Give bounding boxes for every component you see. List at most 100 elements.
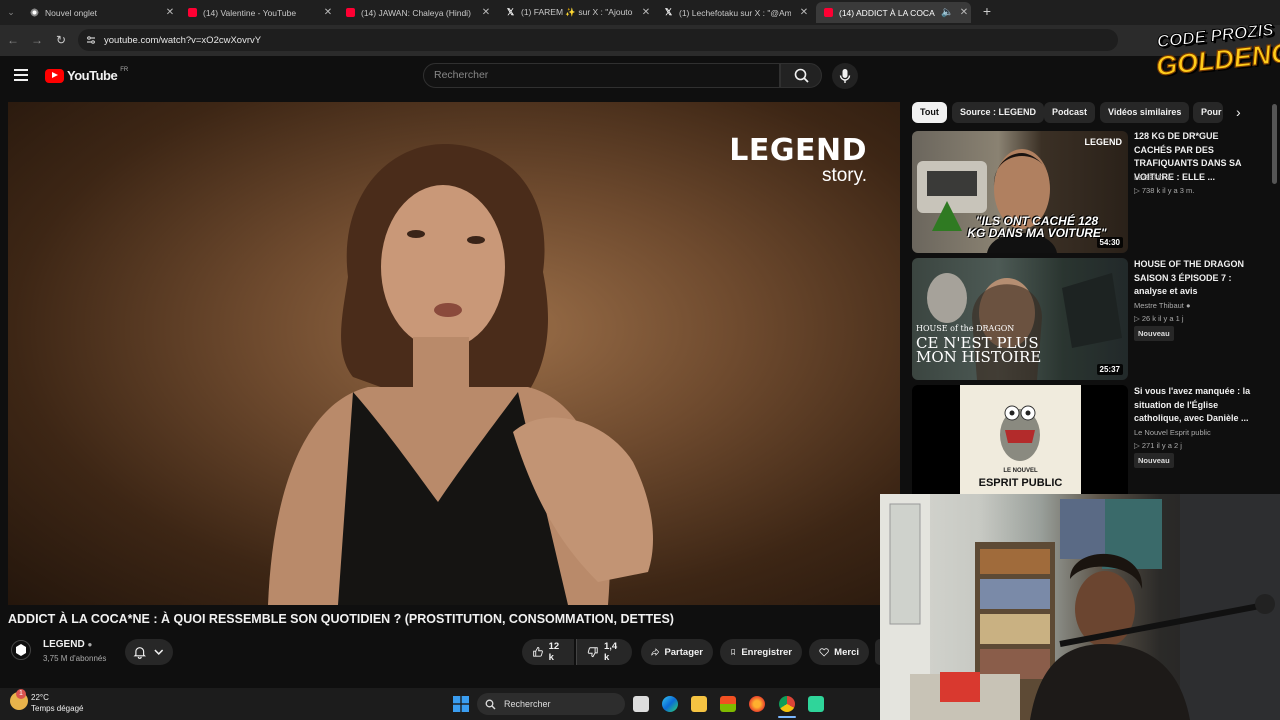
chip-all[interactable]: Tout xyxy=(912,102,947,123)
close-icon[interactable]: ✕ xyxy=(797,7,811,18)
recommendation-title[interactable]: HOUSE OF THE DRAGON SAISON 3 ÉPISODE 7 :… xyxy=(1134,258,1254,299)
new-badge-text: Nouveau xyxy=(1134,453,1174,468)
chrome-icon xyxy=(30,8,39,17)
site-info-icon[interactable] xyxy=(86,35,96,45)
weather-alert-badge: 1 xyxy=(16,689,26,699)
thumbs-up-icon xyxy=(533,646,543,657)
chrome-icon[interactable] xyxy=(779,696,795,712)
chip-podcast[interactable]: Podcast xyxy=(1044,102,1096,123)
thanks-button[interactable]: Merci xyxy=(809,639,869,665)
youtube-logo[interactable]: YouTube FR xyxy=(45,67,128,83)
tab-label: (14) JAWAN: Chaleya (Hindi) | S xyxy=(361,7,473,18)
close-icon[interactable]: ✕ xyxy=(639,7,653,18)
bookmark-icon xyxy=(731,649,736,656)
chevron-down-icon xyxy=(153,649,163,655)
tab-new[interactable]: Nouvel onglet ✕ xyxy=(22,2,177,23)
recommendation-channel[interactable]: Le Nouvel Esprit public xyxy=(1134,426,1264,439)
tab-label: (14) ADDICT À LA COCA*NE : À xyxy=(839,7,935,18)
webcam-scene xyxy=(880,494,1280,720)
address-bar[interactable]: youtube.com/watch?v=xO2cwXovrvY xyxy=(78,29,1118,51)
save-button[interactable]: Enregistrer xyxy=(720,639,802,665)
bell-icon xyxy=(133,647,146,659)
like-button[interactable]: 12 k xyxy=(522,639,574,665)
tab-jawan[interactable]: (14) JAWAN: Chaleya (Hindi) | S ✕ xyxy=(338,2,493,23)
chip-similar-videos[interactable]: Vidéos similaires xyxy=(1100,102,1190,123)
menu-icon[interactable] xyxy=(14,69,28,81)
windows-taskbar: 1 22°C Temps dégagé Rechercher xyxy=(0,688,880,720)
search-input[interactable]: Rechercher xyxy=(423,63,780,88)
recommendation-title[interactable]: Si vous l'avez manquée : la situation de… xyxy=(1134,385,1254,426)
youtube-play-icon xyxy=(45,68,64,83)
recommendation-channel[interactable]: Mestre Thibaut ● xyxy=(1134,299,1264,312)
file-explorer-icon[interactable] xyxy=(691,696,707,712)
x-icon: 𝕏 xyxy=(664,7,673,17)
back-arrow-icon[interactable]: ← xyxy=(6,33,20,47)
tab-lechefotaku[interactable]: 𝕏 (1) Lechefotaku sur X : "@Aman ✕ xyxy=(656,2,811,23)
chevron-right-icon[interactable]: › xyxy=(1236,104,1241,120)
voice-search-button[interactable] xyxy=(832,63,858,89)
thanks-heart-dollar-icon xyxy=(819,648,829,657)
chip-source-legend[interactable]: Source : LEGEND xyxy=(952,102,1045,123)
recommendation-thumbnail[interactable]: LE NOUVEL ESPRIT PUBLIC xyxy=(912,385,1128,495)
tab-addict-active[interactable]: (14) ADDICT À LA COCA*NE : À 🔈 ✕ xyxy=(816,2,971,23)
channel-name[interactable]: LEGEND ● xyxy=(43,639,92,650)
microsoft-store-icon[interactable] xyxy=(720,696,736,712)
brand-line-1: LEGEND xyxy=(729,133,867,168)
microphone-icon xyxy=(839,69,851,83)
thumbnail-caption: CE N'EST PLUS MON HISTOIRE xyxy=(916,334,1042,366)
youtube-icon xyxy=(346,8,355,17)
video-player[interactable]: LEGEND story. xyxy=(8,102,900,605)
firefox-icon[interactable] xyxy=(749,696,765,712)
owl-icon xyxy=(1000,405,1040,461)
close-icon[interactable]: ✕ xyxy=(163,7,177,18)
recommendation-thumbnail[interactable]: HOUSE of the DRAGON CE N'EST PLUS MON HI… xyxy=(912,258,1128,380)
search-button[interactable] xyxy=(780,63,822,88)
speaker-icon[interactable]: 🔈 xyxy=(941,7,953,18)
share-button[interactable]: Partager xyxy=(641,639,713,665)
recommendation-stats: ▷ 271 il y a 2 j xyxy=(1134,441,1182,450)
browser-toolbar: ← → ↻ youtube.com/watch?v=xO2cwXovrvY xyxy=(0,25,1280,56)
thumbnail-brand: LE NOUVEL xyxy=(1003,468,1038,474)
task-view-icon[interactable] xyxy=(633,696,649,712)
channel-text: LEGEND xyxy=(1134,173,1165,182)
forward-arrow-icon[interactable]: → xyxy=(30,33,44,47)
verified-icon: ● xyxy=(87,640,93,649)
notifications-button[interactable] xyxy=(125,639,173,665)
close-icon[interactable]: ✕ xyxy=(479,7,493,18)
active-app-indicator xyxy=(778,716,796,718)
temperature-text: 22°C xyxy=(31,693,49,702)
channel-name-text: LEGEND xyxy=(43,639,85,650)
thanks-label: Merci xyxy=(834,646,859,658)
tab-farem[interactable]: 𝕏 (1) FAREM ✨ sur X : "Ajoutons ✕ xyxy=(498,2,653,23)
recommendation-thumbnail[interactable]: "ILS ONT CACHÉ 128 KG DANS MA VOITURE" L… xyxy=(912,131,1128,253)
chip-for-you[interactable]: Pour xyxy=(1193,102,1223,123)
tab-search-icon[interactable]: ⌄ xyxy=(4,5,18,19)
dislike-button[interactable]: 1,4 k xyxy=(576,639,632,665)
url-text: youtube.com/watch?v=xO2cwXovrvY xyxy=(104,34,262,46)
close-icon[interactable]: ✕ xyxy=(321,7,335,18)
dislike-count: 1,4 k xyxy=(603,641,618,663)
thumbnail-card: LE NOUVEL ESPRIT PUBLIC xyxy=(960,385,1081,495)
new-badge: Nouveau xyxy=(1134,326,1264,341)
channel-avatar[interactable] xyxy=(11,640,31,660)
scrollbar-thumb[interactable] xyxy=(1272,104,1277,184)
close-icon[interactable]: ✕ xyxy=(957,7,971,18)
app-icon[interactable] xyxy=(808,696,824,712)
stream-code-logo: CODE PROZIS GOLDENG xyxy=(1153,20,1280,105)
brand-line-2: story. xyxy=(821,165,867,186)
weather-widget[interactable]: 22°C Temps dégagé xyxy=(31,692,83,714)
windows-start-icon[interactable] xyxy=(453,696,469,712)
tab-valentine[interactable]: (14) Valentine - YouTube ✕ xyxy=(180,2,335,23)
reload-icon[interactable]: ↻ xyxy=(54,33,68,47)
new-badge: Nouveau xyxy=(1134,453,1264,468)
recommendation-channel[interactable]: LEGEND ● xyxy=(1134,171,1264,184)
thumbnail-brand: LEGEND xyxy=(1084,137,1122,147)
taskbar-search[interactable]: Rechercher xyxy=(477,693,625,715)
new-tab-plus-icon[interactable]: + xyxy=(980,4,994,18)
x-icon: 𝕏 xyxy=(506,7,515,17)
edge-icon[interactable] xyxy=(662,696,678,712)
channel-text: Mestre Thibaut xyxy=(1134,301,1184,310)
streamer-webcam xyxy=(880,494,1280,720)
browser-tab-bar: ⌄ Nouvel onglet ✕ (14) Valentine - YouTu… xyxy=(0,0,1280,25)
taskbar-search-label: Rechercher xyxy=(504,699,551,709)
